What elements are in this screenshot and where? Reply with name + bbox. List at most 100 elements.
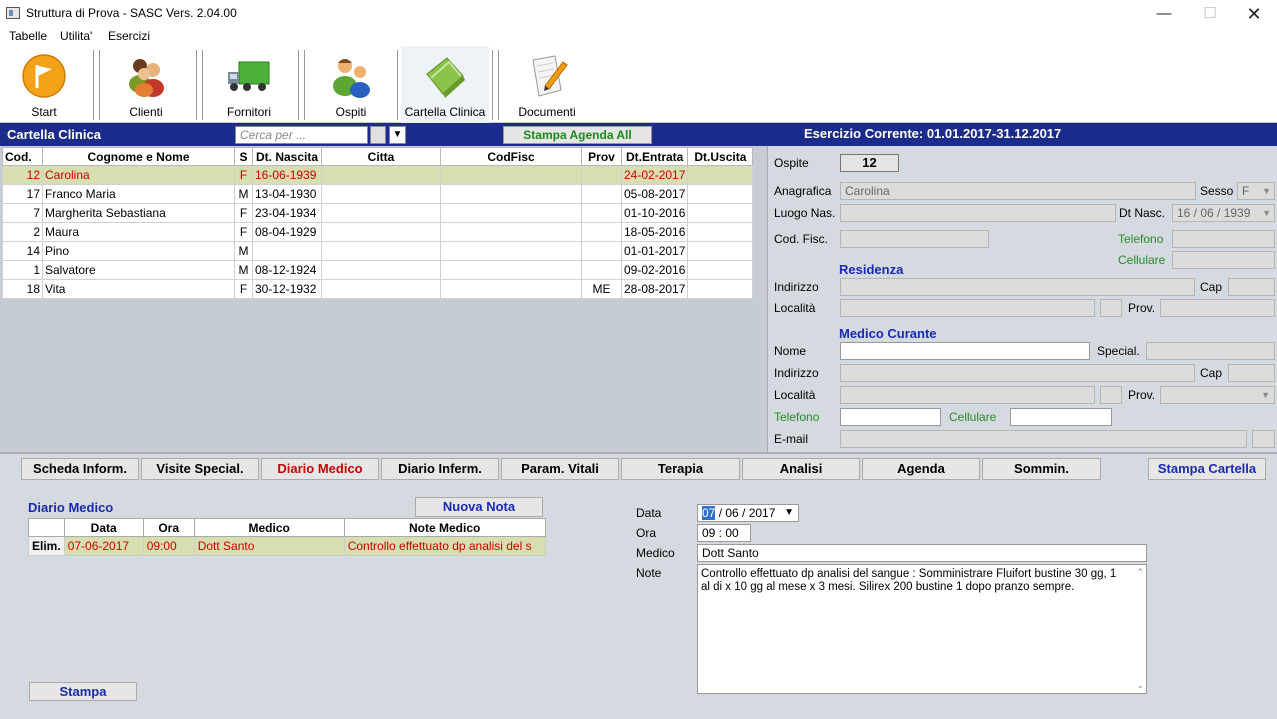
anagrafica-field[interactable]: Carolina	[840, 182, 1196, 200]
scroll-up-icon[interactable]: ⌃	[1136, 567, 1144, 578]
medico-localita-field[interactable]	[840, 386, 1095, 404]
table-row[interactable]: 12 Carolina F 16-06-1939 24-02-2017	[2, 165, 754, 185]
col-nascita[interactable]: Dt. Nascita	[252, 147, 322, 166]
col-ora[interactable]: Ora	[142, 518, 195, 537]
col-sesso[interactable]: S	[234, 147, 253, 166]
medico-cellulare-field[interactable]	[1010, 408, 1112, 426]
col-entrata[interactable]: Dt.Entrata	[620, 147, 689, 166]
medico-indirizzo-label: Indirizzo	[774, 366, 819, 380]
special-field[interactable]	[1146, 342, 1275, 360]
col-note[interactable]: Note Medico	[343, 518, 546, 537]
table-row[interactable]: Elim. 07-06-2017 09:00 Dott Santo Contro…	[28, 536, 546, 556]
menu-tabelle[interactable]: Tabelle	[9, 29, 47, 43]
table-row[interactable]: 2 Maura F 08-04-1929 18-05-2016	[2, 222, 754, 242]
anagrafica-label: Anagrafica	[774, 184, 832, 198]
medico-cap-field[interactable]	[1228, 364, 1275, 382]
cell-s: M	[234, 184, 253, 204]
telefono-field[interactable]	[1172, 230, 1275, 248]
luogo-field[interactable]	[840, 204, 1116, 222]
table-row[interactable]: 17 Franco Maria M 13-04-1930 05-08-2017	[2, 184, 754, 204]
menu-utilita[interactable]: Utilita'	[60, 29, 92, 43]
tab-visite-special[interactable]: Visite Special.	[141, 458, 259, 480]
col-prov[interactable]: Prov	[581, 147, 622, 166]
clienti-button[interactable]: Clienti	[106, 46, 186, 123]
table-row[interactable]: 18 Vita F 30-12-1932 ME 28-08-2017	[2, 279, 754, 299]
search-option-button[interactable]	[370, 126, 386, 144]
cell-cod: 12	[2, 165, 43, 185]
prov-field[interactable]	[1160, 299, 1275, 317]
email-send-button[interactable]	[1252, 430, 1275, 448]
medico-indirizzo-field[interactable]	[840, 364, 1195, 382]
toolbar-separator	[397, 50, 398, 120]
start-button[interactable]: Start	[8, 46, 80, 123]
col-codfisc[interactable]: CodFisc	[440, 147, 582, 166]
note-textarea[interactable]: Controllo effettuato dp analisi del sang…	[697, 564, 1147, 694]
email-field[interactable]	[840, 430, 1247, 448]
col-nome[interactable]: Cognome e Nome	[42, 147, 235, 166]
ospiti-button[interactable]: Ospiti	[314, 46, 388, 123]
col-cod[interactable]: Cod.	[2, 147, 43, 166]
documenti-button[interactable]: Documenti	[510, 46, 584, 123]
minimize-icon[interactable]: —	[1141, 0, 1187, 28]
tab-diario-inferm[interactable]: Diario Inferm.	[381, 458, 499, 480]
scroll-down-icon[interactable]: ⌄	[1136, 680, 1144, 691]
close-icon[interactable]: ✕	[1231, 0, 1277, 28]
ospiti-table: Cod. Cognome e Nome S Dt. Nascita Citta …	[2, 147, 754, 299]
cellulare-field[interactable]	[1172, 251, 1275, 269]
medico-field[interactable]: Dott Santo	[697, 544, 1147, 562]
ora-field[interactable]: 09 : 00	[697, 524, 751, 542]
medico-nome-field[interactable]	[840, 342, 1090, 360]
stampa-button[interactable]: Stampa	[29, 682, 137, 701]
menu-esercizi[interactable]: Esercizi	[108, 29, 150, 43]
residenza-title: Residenza	[839, 262, 904, 277]
tab-param-vitali[interactable]: Param. Vitali	[501, 458, 619, 480]
cap-field[interactable]	[1228, 278, 1275, 296]
cell-nome: Vita	[42, 279, 235, 299]
medico-telefono-field[interactable]	[840, 408, 941, 426]
cell-codfisc	[440, 165, 582, 185]
fornitori-button[interactable]: Fornitori	[210, 46, 288, 123]
ora-label: Ora	[636, 526, 657, 540]
medico-localita-lookup-button[interactable]	[1100, 386, 1122, 404]
special-label: Special.	[1097, 344, 1140, 358]
tab-diario-medico[interactable]: Diario Medico	[261, 458, 379, 480]
toolbar-separator	[298, 50, 299, 120]
table-row[interactable]: 7 Margherita Sebastiana F 23-04-1934 01-10-2…	[2, 203, 754, 223]
cell-citta	[321, 260, 441, 280]
col-uscita[interactable]: Dt.Uscita	[687, 147, 754, 166]
search-input[interactable]: Cerca per ...	[235, 126, 368, 144]
col-medico[interactable]: Medico	[193, 518, 345, 537]
table-row[interactable]: 1 Salvatore M 08-12-1924 09-02-2016	[2, 260, 754, 280]
localita-label: Località	[774, 301, 816, 315]
dtnasc-field[interactable]: 16 / 06 / 1939 ▼	[1172, 204, 1275, 222]
col-citta[interactable]: Citta	[321, 147, 441, 166]
data-picker[interactable]: 07 / 06 / 2017 ▼	[697, 504, 799, 522]
codfisc-field[interactable]	[840, 230, 989, 248]
table-row[interactable]: 14 Pino M 01-01-2017	[2, 241, 754, 261]
medico-cellulare-label: Cellulare	[949, 410, 997, 424]
indirizzo-field[interactable]	[840, 278, 1195, 296]
cell-codfisc	[440, 222, 582, 242]
tab-scheda-inform[interactable]: Scheda Inform.	[21, 458, 139, 480]
medico-prov-select[interactable]: ▼	[1160, 386, 1275, 404]
cell-codfisc	[440, 279, 582, 299]
stampa-cartella-button[interactable]: Stampa Cartella	[1148, 458, 1266, 480]
tab-analisi[interactable]: Analisi	[742, 458, 860, 480]
localita-field[interactable]	[840, 299, 1095, 317]
cell-cod: 18	[2, 279, 43, 299]
tab-sommin[interactable]: Sommin.	[982, 458, 1101, 480]
nuova-nota-button[interactable]: Nuova Nota	[415, 497, 543, 517]
chevron-down-icon[interactable]: ▼	[389, 126, 406, 144]
sesso-select[interactable]: F ▼	[1237, 182, 1275, 200]
ospite-field[interactable]: 12	[840, 154, 899, 172]
localita-lookup-button[interactable]	[1100, 299, 1122, 317]
email-label: E-mail	[774, 432, 809, 446]
stampa-agenda-button[interactable]: Stampa Agenda All	[503, 126, 652, 144]
maximize-icon[interactable]: ☐	[1187, 0, 1233, 28]
tab-terapia[interactable]: Terapia	[621, 458, 740, 480]
col-data[interactable]: Data	[63, 518, 144, 537]
elim-button[interactable]: Elim.	[28, 536, 65, 556]
cartella-clinica-button[interactable]: Cartella Clinica	[401, 46, 489, 123]
tab-agenda[interactable]: Agenda	[862, 458, 980, 480]
cell-entrata: 01-10-2016	[620, 203, 689, 223]
